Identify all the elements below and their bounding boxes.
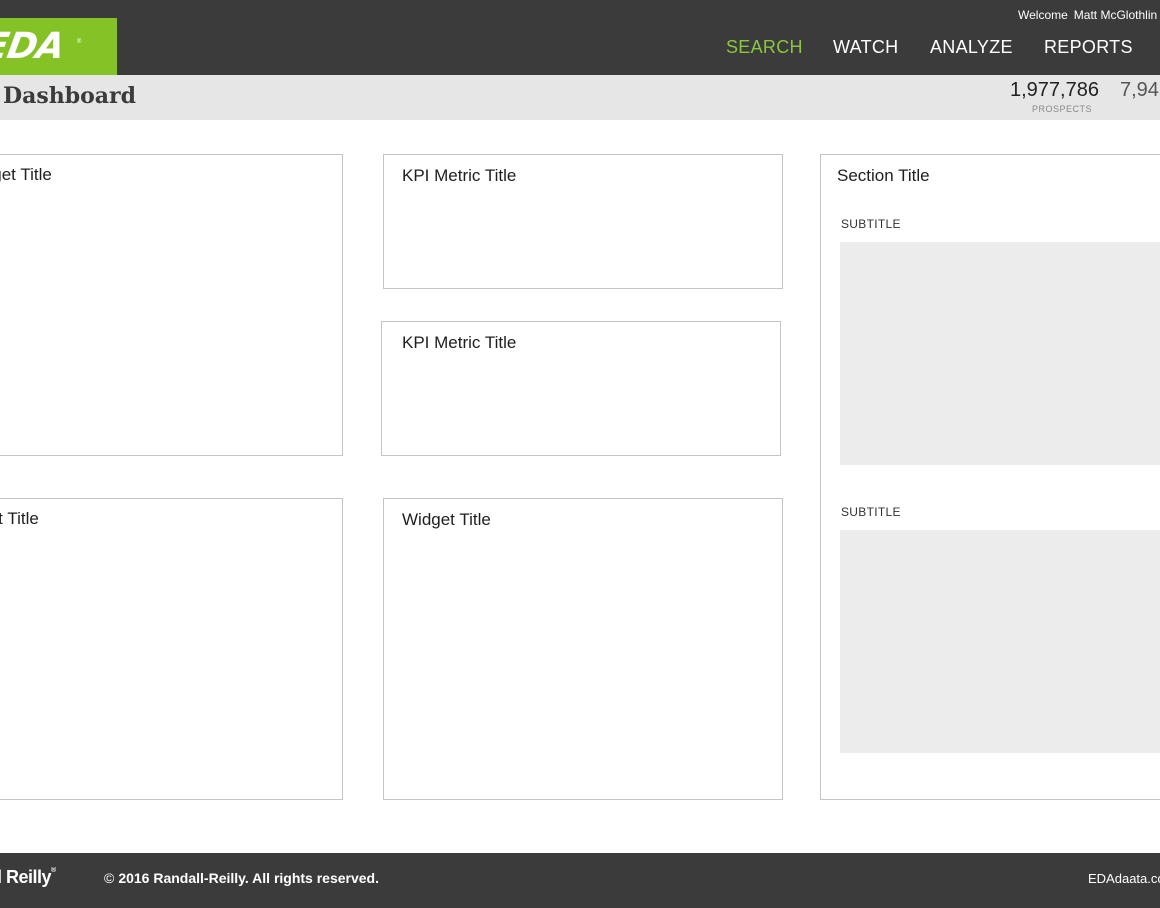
kpi-title: KPI Metric Title [402,166,517,185]
welcome-label: Welcome [1018,8,1068,22]
widget-title: Widget Title [402,510,491,529]
copyright-notice: © 2016 Randall-Reilly. All rights reserve… [104,870,379,886]
section-subtitle-1: SUBTITLE [841,217,901,231]
site-link[interactable]: EDAdaata.com [1088,871,1160,886]
nav-search[interactable]: SEARCH [726,37,803,58]
brand-registered-mark: ® [51,867,56,874]
nav-reports[interactable]: REPORTS [1044,37,1133,58]
randall-reilly-logo[interactable]: Randall Reilly® [0,867,56,888]
content-placeholder-2 [840,530,1160,753]
prospects-count: 1,977,786 [1010,79,1099,101]
widget-center-bottom: Widget Title [383,498,783,800]
copyright-text: 2016 Randall-Reilly. All rights reserved… [118,870,379,886]
section-subtitle-2: SUBTITLE [841,505,901,519]
top-navigation-bar: EDA ® Welcome Matt McGlothlin SEARCH WATC… [0,0,1160,76]
section-title: Section Title [837,166,930,185]
secondary-count: 7,94 [1120,79,1159,101]
widget-left-bottom-title-clip: Widget Title [0,509,340,533]
kpi-card-2: KPI Metric Title [381,321,781,456]
section-panel: Section Title SUBTITLE SUBTITLE [820,154,1160,800]
page-header: Dashboard 1,977,786 PROSPECTS 7,94 [0,75,1160,120]
widget-left-bottom-title: Widget Title [0,509,39,528]
welcome-message: Welcome Matt McGlothlin [1018,8,1157,22]
prospects-label: PROSPECTS [1032,104,1093,114]
footer-brand-clip: Randall Reilly® [0,867,90,893]
kpi-card-1: KPI Metric Title [383,154,783,289]
copyright-symbol: © [104,870,115,886]
page-title: Dashboard [3,83,136,109]
main-nav: SEARCH WATCH ANALYZE REPORTS [0,37,1160,59]
widget-left-top-title-clip: Widget Title [0,165,340,189]
widget-left-bottom [0,498,343,800]
footer: Randall Reilly® ©2016 Randall-Reilly. Al… [0,853,1160,908]
content-placeholder-1 [840,242,1160,465]
user-name[interactable]: Matt McGlothlin [1074,8,1157,22]
widget-left-top-title: Widget Title [0,165,52,184]
kpi-title: KPI Metric Title [402,333,517,352]
brand-text: Randall Reilly [0,867,52,887]
nav-watch[interactable]: WATCH [833,37,898,58]
nav-analyze[interactable]: ANALYZE [930,37,1013,58]
widget-left-top [0,154,343,456]
